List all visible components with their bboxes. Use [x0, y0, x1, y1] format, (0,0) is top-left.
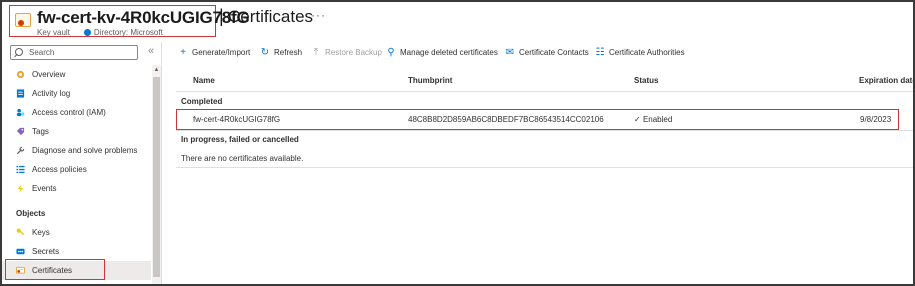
certificate-contacts-button[interactable]: ✉ Certificate Contacts [505, 45, 589, 61]
key-vault-icon [16, 70, 25, 79]
cell-thumbprint: 48C8B8D2D859AB6C8DBEDF7BC86543514CC02106 [408, 115, 604, 124]
scroll-thumb[interactable] [153, 77, 160, 277]
column-header-status[interactable]: Status [634, 76, 658, 85]
checkmark-icon: ✓ [634, 115, 643, 124]
certificate-authorities-button[interactable]: ☷ Certificate Authorities [595, 45, 685, 61]
directory-label: Directory: Microsoft [93, 28, 163, 37]
sidebar-item-label: Diagnose and solve problems [32, 146, 138, 155]
sidebar-item-label: Events [32, 184, 57, 193]
refresh-button[interactable]: ↻ Refresh [260, 45, 302, 61]
resource-menu: Search « ▲ Overview Activity log Access … [2, 42, 162, 284]
certificates-highlight-box [5, 259, 105, 280]
resource-type: Key vault [37, 28, 70, 37]
header-divider [176, 91, 913, 92]
wrench-icon [16, 146, 25, 155]
lightning-icon [17, 184, 24, 193]
column-header-expiration[interactable]: Expiration date [859, 76, 913, 85]
row-divider [176, 130, 913, 131]
generate-import-button[interactable]: + Generate/Import [178, 45, 250, 61]
settings-sliders-icon: ☷ [595, 47, 605, 58]
sidebar-item-overview[interactable]: Overview [2, 65, 151, 84]
secret-icon [16, 248, 25, 255]
sidebar-item-label: Access policies [32, 165, 87, 174]
sidebar-item-label: Keys [32, 228, 50, 237]
sidebar-item-activity-log[interactable]: Activity log [2, 84, 151, 103]
azure-portal-window: fw-cert-kv-4R0kcUGIG78fG Key vault Direct… [0, 0, 915, 286]
sidebar-item-keys[interactable]: Keys [2, 223, 151, 242]
iam-icon [16, 108, 25, 117]
list-icon [16, 165, 25, 174]
table-bottom-divider [176, 167, 913, 168]
sidebar-item-label: Tags [32, 127, 49, 136]
table-row[interactable]: fw-cert-4R0kcUGIG78fG 48C8B8D2D859AB6C8D… [176, 109, 899, 130]
restore-backup-button[interactable]: ⤒ Restore Backup [311, 45, 382, 61]
column-header-thumbprint[interactable]: Thumbprint [408, 76, 452, 85]
sidebar-item-events[interactable]: Events [2, 179, 151, 198]
title-separator: | [219, 6, 224, 26]
search-input[interactable]: Search [10, 45, 138, 60]
wrench-icon: ⚲ [387, 47, 395, 58]
key-vault-icon [15, 13, 31, 27]
resource-subtitle: Key vault Directory: Microsoft [37, 28, 163, 37]
page-header: fw-cert-kv-4R0kcUGIG78fG Key vault Direct… [2, 2, 913, 42]
group-header-completed: Completed [181, 97, 223, 106]
plus-icon: + [180, 47, 186, 58]
sidebar-item-diagnose[interactable]: Diagnose and solve problems [2, 141, 151, 160]
scroll-up-icon[interactable]: ▲ [152, 67, 161, 73]
sidebar-scrollbar[interactable]: ▲ [152, 65, 161, 284]
section-title-objects: Objects [16, 209, 46, 218]
search-icon [15, 48, 23, 56]
sidebar-item-tags[interactable]: Tags [2, 122, 151, 141]
empty-message: There are no certificates available. [181, 154, 304, 163]
search-placeholder: Search [29, 48, 55, 57]
group-header-in-progress: In progress, failed or cancelled [181, 135, 299, 144]
command-bar: + Generate/Import ↻ Refresh ⤒ Restore Backu… [174, 45, 904, 61]
resource-highlight-box: fw-cert-kv-4R0kcUGIG78fG Key vault Direct… [9, 5, 250, 37]
resource-name: fw-cert-kv-4R0kcUGIG78fG [37, 8, 250, 27]
activity-log-icon [16, 89, 25, 98]
cell-expiration: 9/8/2023 [860, 115, 892, 124]
page-title: Certificates [228, 7, 314, 26]
sidebar-item-label: Overview [32, 70, 66, 79]
sidebar-item-access-policies[interactable]: Access policies [2, 160, 151, 179]
more-options-button[interactable]: ··· [311, 8, 326, 22]
cell-status: ✓ Enabled [634, 115, 673, 124]
sidebar-item-label: Access control (IAM) [32, 108, 106, 117]
mail-icon: ✉ [505, 47, 515, 58]
info-icon [83, 29, 91, 36]
refresh-icon: ↻ [260, 47, 270, 58]
column-header-name[interactable]: Name [193, 76, 215, 85]
cell-name[interactable]: fw-cert-4R0kcUGIG78fG [193, 115, 280, 124]
manage-deleted-certificates-button[interactable]: ⚲ Manage deleted certificates [386, 45, 498, 61]
collapse-menu-button[interactable]: « [148, 45, 154, 57]
upload-icon: ⤒ [313, 47, 319, 58]
tag-icon [16, 127, 25, 136]
sidebar-item-label: Activity log [32, 89, 71, 98]
sidebar-item-access-control[interactable]: Access control (IAM) [2, 103, 151, 122]
key-icon [16, 228, 25, 236]
